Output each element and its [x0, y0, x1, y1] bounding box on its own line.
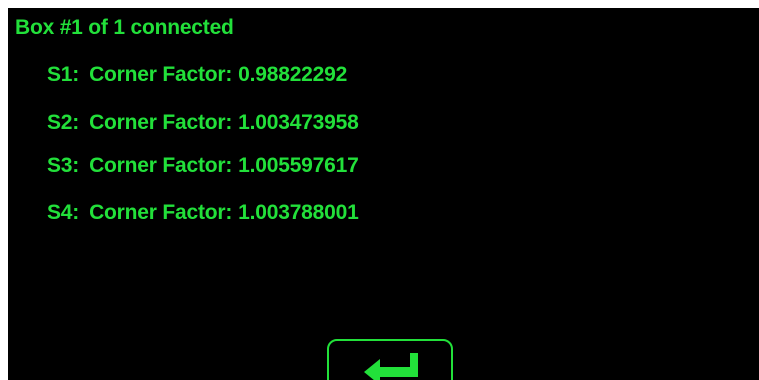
sensor-row-s4: S4: Corner Factor: 1.003788001	[47, 201, 359, 225]
sensor-id: S4:	[47, 201, 80, 224]
sensor-label: Corner Factor:	[89, 201, 233, 224]
sensor-row-s2: S2: Corner Factor: 1.003473958	[47, 111, 359, 135]
corner-factor-value: 1.003473958	[238, 111, 359, 134]
corner-factor-value: 1.003788001	[238, 201, 359, 224]
sensor-label: Corner Factor:	[89, 154, 233, 177]
connection-status: Box #1 of 1 connected	[15, 16, 234, 39]
sensor-label: Corner Factor:	[89, 111, 233, 134]
enter-button[interactable]	[327, 339, 453, 380]
sensor-row-s1: S1: Corner Factor: 0.98822292	[47, 63, 347, 87]
corner-factor-value: 1.005597617	[238, 154, 359, 177]
sensor-id: S1:	[47, 63, 80, 86]
corner-factor-value: 0.98822292	[238, 63, 348, 86]
sensor-row-s3: S3: Corner Factor: 1.005597617	[47, 154, 359, 178]
enter-arrow-icon	[364, 353, 418, 380]
display-screen: Box #1 of 1 connected S1: Corner Factor: 0…	[8, 8, 759, 380]
sensor-id: S2:	[47, 111, 80, 134]
canvas: Box #1 of 1 connected S1: Corner Factor: 0…	[0, 0, 759, 380]
sensor-id: S3:	[47, 154, 80, 177]
sensor-label: Corner Factor:	[89, 63, 233, 86]
